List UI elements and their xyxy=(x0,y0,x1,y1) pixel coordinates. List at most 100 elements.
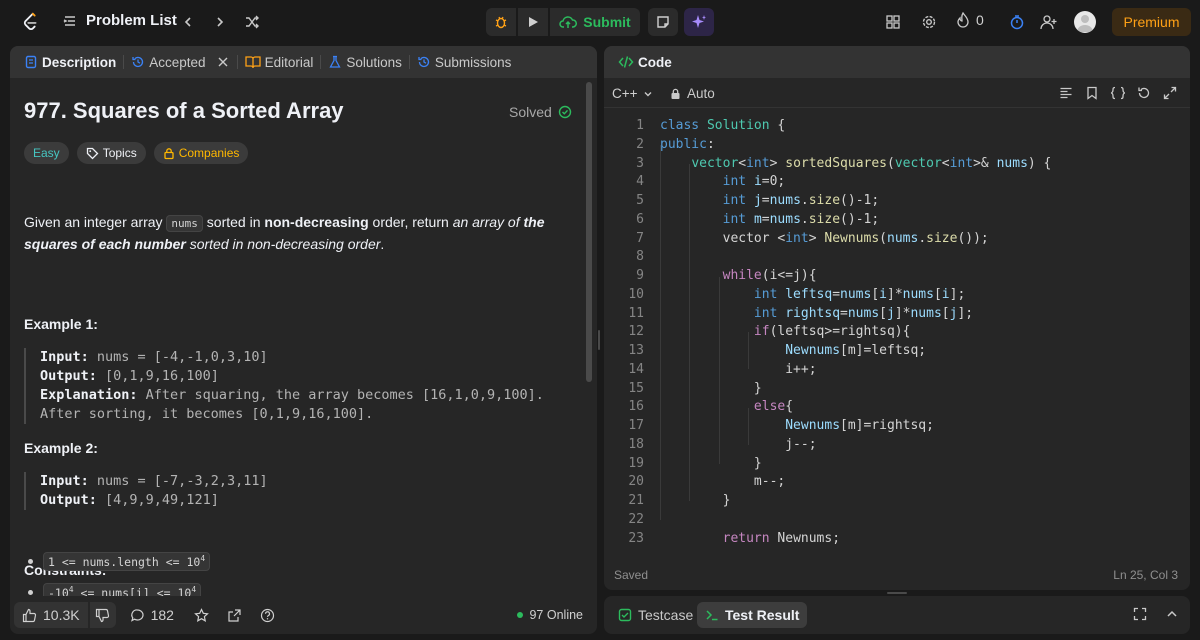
share-icon xyxy=(228,608,241,622)
tab-solutions[interactable]: Solutions xyxy=(324,46,406,78)
streak-count: 0 xyxy=(976,12,984,28)
document-icon xyxy=(25,55,37,69)
code-line: 19 } xyxy=(628,455,762,471)
list-icon xyxy=(63,15,75,26)
problem-list-button[interactable]: Problem List xyxy=(62,12,177,29)
share-button[interactable] xyxy=(227,608,242,623)
code-line: 5 int j=nums.size()-1; xyxy=(636,193,880,208)
help-button[interactable] xyxy=(260,608,275,623)
tab-submissions[interactable]: Submissions xyxy=(413,46,516,78)
online-label: 97 Online xyxy=(529,608,583,622)
input-value: nums = [-4,-1,0,3,10] xyxy=(88,349,268,365)
layout-icon[interactable] xyxy=(883,12,903,32)
play-icon xyxy=(529,17,538,27)
code-line: 22 xyxy=(628,511,644,527)
code-line: 13 Newnums[m]=leftsq; xyxy=(628,343,927,358)
code-line: 1 class Solution { xyxy=(636,118,786,133)
top-navbar: Problem List Submit 0 Premium xyxy=(0,0,1200,44)
format-icon[interactable] xyxy=(1058,85,1074,101)
companies-label: Companies xyxy=(178,146,240,160)
run-button[interactable] xyxy=(518,8,548,36)
favorite-button[interactable] xyxy=(194,607,209,623)
reset-icon[interactable] xyxy=(1136,85,1152,101)
ai-assistant-button[interactable] xyxy=(684,8,714,36)
tab-editorial[interactable]: Editorial xyxy=(241,46,318,78)
debug-button[interactable] xyxy=(486,8,516,36)
next-problem-icon[interactable] xyxy=(210,12,230,32)
code-line: 9 while(i<=j){ xyxy=(636,268,817,283)
user-avatar[interactable] xyxy=(1074,11,1096,33)
tab-solutions-label: Solutions xyxy=(346,54,402,70)
tab-accepted[interactable]: Accepted xyxy=(127,46,233,78)
tab-description[interactable]: Description xyxy=(20,46,120,78)
like-button[interactable]: 10.3K xyxy=(14,602,88,628)
output-label: Output: xyxy=(40,492,97,508)
panel-resize-handle[interactable] xyxy=(598,330,600,350)
output-label: Output: xyxy=(40,368,97,384)
chevron-down-icon xyxy=(644,91,652,96)
code-line: 23 return Newnums; xyxy=(628,530,841,546)
problem-tags: Easy Topics Companies xyxy=(24,142,249,164)
lock-icon xyxy=(164,147,174,159)
check-circle-icon xyxy=(558,105,572,119)
bookmark-icon[interactable] xyxy=(1084,85,1100,101)
statement-italic: an array of xyxy=(452,214,524,230)
book-icon xyxy=(244,56,261,69)
description-scrollbar[interactable] xyxy=(586,82,592,382)
statement-italic: sorted in non-decreasing order xyxy=(185,236,381,252)
topics-chip[interactable]: Topics xyxy=(76,142,146,164)
add-friend-icon[interactable] xyxy=(1039,12,1059,32)
sparkle-icon xyxy=(692,15,706,28)
checkbox-icon xyxy=(618,608,632,622)
editor-status-bar: Saved Ln 25, Col 3 xyxy=(604,566,1190,586)
maximize-icon[interactable] xyxy=(1132,606,1148,622)
braces-icon[interactable] xyxy=(1110,85,1126,101)
tab-test-result[interactable]: Test Result xyxy=(697,602,808,628)
companies-chip[interactable]: Companies xyxy=(153,142,249,164)
code-line: 20 m--; xyxy=(628,474,786,490)
bug-icon xyxy=(495,16,507,29)
comment-icon xyxy=(130,608,144,622)
tag-icon xyxy=(86,147,99,159)
star-icon xyxy=(194,607,209,622)
notes-button[interactable] xyxy=(648,8,678,36)
tab-editorial-label: Editorial xyxy=(264,54,314,70)
timer-icon[interactable] xyxy=(1007,12,1027,32)
console-tools xyxy=(1132,606,1180,622)
note-icon xyxy=(657,16,669,28)
statement-text: order, return xyxy=(368,214,453,230)
explanation-label: Explanation: xyxy=(40,387,138,403)
editor-resize-handle[interactable] xyxy=(887,592,907,594)
inline-code: nums xyxy=(166,215,203,232)
settings-gear-icon[interactable] xyxy=(919,12,939,32)
code-editor[interactable]: 1 class Solution { 2 public: 3 vector<int>… xyxy=(604,114,1190,554)
statement-text: sorted in xyxy=(202,214,265,230)
description-content[interactable]: 977. Squares of a Sorted Array Solved Ea… xyxy=(10,78,586,596)
dislike-button[interactable] xyxy=(89,602,116,628)
tab-testcase[interactable]: Testcase xyxy=(610,602,701,628)
submit-button[interactable]: Submit xyxy=(550,8,640,36)
leetcode-logo-icon[interactable] xyxy=(20,11,42,33)
expand-icon[interactable] xyxy=(1162,85,1178,101)
shuffle-icon[interactable] xyxy=(242,12,262,32)
code-line: 8 xyxy=(636,249,644,265)
tab-code-label: Code xyxy=(638,54,672,70)
comments-button[interactable]: 182 xyxy=(130,607,174,623)
comment-count: 182 xyxy=(150,607,174,623)
streak-counter[interactable]: 0 xyxy=(956,12,984,28)
tab-submissions-label: Submissions xyxy=(434,54,512,70)
topics-label: Topics xyxy=(102,146,137,160)
auto-mode[interactable]: Auto xyxy=(670,86,715,101)
example-2-block: Input: nums = [-7,-3,2,3,11] Output: [4,… xyxy=(24,472,554,510)
code-line: 2 public: xyxy=(636,136,715,152)
tab-divider xyxy=(408,55,410,69)
close-icon[interactable] xyxy=(216,55,230,69)
help-icon xyxy=(260,608,275,622)
premium-button[interactable]: Premium xyxy=(1112,8,1191,36)
prev-problem-icon[interactable] xyxy=(178,12,198,32)
language-select[interactable]: C++ xyxy=(612,86,654,101)
input-label: Input: xyxy=(40,349,89,365)
online-count: 97 Online xyxy=(517,608,583,622)
tab-code[interactable]: Code xyxy=(614,46,676,78)
chevron-up-icon[interactable] xyxy=(1164,606,1180,622)
